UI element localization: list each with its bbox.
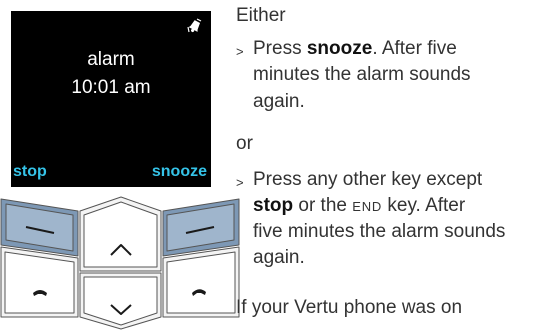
down-key[interactable] [79, 272, 162, 330]
either-label: Either [236, 5, 286, 26]
or-label: or [236, 133, 253, 154]
option1-line1: Press snooze. After five [253, 38, 457, 59]
phone-screen: alarm 10:01 am stop snooze [11, 11, 211, 187]
stop-key-name: stop [253, 195, 294, 216]
option2-line2: stop or the END key. After [253, 195, 466, 216]
option2-line3: five minutes the alarm sounds [253, 221, 506, 242]
snooze-softkey[interactable]: snooze [152, 163, 207, 181]
stop-softkey[interactable]: stop [13, 163, 47, 181]
snooze-key-name: snooze [306, 38, 373, 59]
end-key-name: END [352, 199, 383, 214]
bullet-marker: > [236, 175, 244, 190]
alarm-bell-icon [187, 18, 203, 39]
left-selection-key[interactable] [0, 198, 79, 257]
option1-line3: again. [253, 91, 305, 112]
option2-line4: again. [253, 247, 305, 268]
bullet-marker: > [236, 44, 244, 59]
alarm-title: alarm [87, 49, 135, 70]
footer-text: If your Vertu phone was on [236, 297, 463, 318]
option2-line1: Press any other key except [253, 169, 483, 190]
end-key[interactable] [162, 246, 240, 318]
right-selection-key[interactable] [162, 198, 240, 257]
up-key[interactable] [79, 196, 162, 272]
alarm-time: 10:01 am [71, 77, 151, 98]
option1-line2: minutes the alarm sounds [253, 64, 471, 85]
keypad-illustration [0, 196, 240, 330]
call-key[interactable] [0, 246, 79, 318]
